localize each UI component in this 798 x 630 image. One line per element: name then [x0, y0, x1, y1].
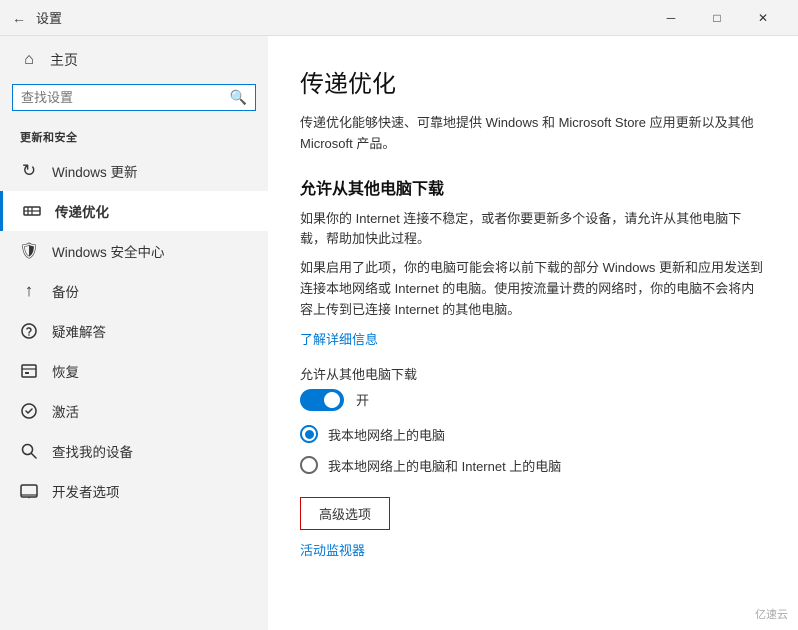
content-area: 传递优化 传递优化能够快速、可靠地提供 Windows 和 Microsoft …	[268, 36, 798, 630]
sidebar-item-label: 恢复	[52, 361, 79, 381]
sidebar-item-label: 开发者选项	[52, 481, 120, 501]
window-title: 设置	[36, 8, 62, 27]
sidebar-item-label: 传递优化	[55, 201, 109, 221]
developer-icon	[20, 482, 38, 500]
search-icon: 🔍	[230, 89, 247, 106]
find-device-icon	[20, 442, 38, 460]
troubleshoot-icon	[20, 322, 38, 340]
sidebar-item-backup[interactable]: ↑ 备份	[0, 271, 268, 311]
advanced-options-button[interactable]: 高级选项	[300, 497, 390, 530]
activation-icon	[20, 402, 38, 420]
close-button[interactable]: ✕	[740, 3, 786, 33]
backup-icon: ↑	[20, 282, 38, 300]
sidebar-item-find-device[interactable]: 查找我的设备	[0, 431, 268, 471]
radio-circle-local	[300, 425, 318, 443]
page-description: 传递优化能够快速、可靠地提供 Windows 和 Microsoft Store…	[300, 113, 766, 155]
sidebar-item-label: Windows 更新	[52, 161, 138, 181]
sidebar-item-label: Windows 安全中心	[52, 241, 165, 261]
radio-option-local[interactable]: 我本地网络上的电脑	[300, 425, 766, 444]
toggle-row: 开	[300, 389, 766, 411]
search-input[interactable]	[21, 90, 230, 105]
toggle-section-label: 允许从其他电脑下载	[300, 364, 766, 383]
page-title: 传递优化	[300, 64, 766, 99]
sidebar-item-home[interactable]: ⌂ 主页	[0, 36, 268, 84]
sidebar-item-label: 激活	[52, 401, 79, 421]
learn-more-link[interactable]: 了解详细信息	[300, 329, 378, 348]
back-button[interactable]: ←	[12, 10, 26, 26]
radio-circle-internet	[300, 456, 318, 474]
security-icon: 🛡	[20, 242, 38, 260]
recovery-icon	[20, 362, 38, 380]
allow-toggle[interactable]	[300, 389, 344, 411]
sidebar-item-label: 疑难解答	[52, 321, 106, 341]
home-icon: ⌂	[20, 51, 38, 69]
home-label: 主页	[50, 50, 78, 70]
sidebar-item-label: 备份	[52, 281, 79, 301]
radio-label-internet: 我本地网络上的电脑和 Internet 上的电脑	[328, 456, 561, 475]
sidebar-item-windows-security[interactable]: 🛡 Windows 安全中心	[0, 231, 268, 271]
window-controls: ─ □ ✕	[648, 3, 786, 33]
sidebar-item-windows-update[interactable]: ↻ Windows 更新	[0, 151, 268, 191]
minimize-button[interactable]: ─	[648, 3, 694, 33]
restore-button[interactable]: □	[694, 3, 740, 33]
sidebar-item-developer[interactable]: 开发者选项	[0, 471, 268, 511]
activity-monitor-link[interactable]: 活动监视器	[300, 540, 365, 559]
title-bar: ← 设置 ─ □ ✕	[0, 0, 798, 36]
sidebar-item-label: 查找我的设备	[52, 441, 133, 461]
sidebar-item-delivery-optimization[interactable]: 传递优化	[0, 191, 268, 231]
delivery-icon	[23, 202, 41, 220]
section-title: 更新和安全	[0, 123, 268, 151]
search-box[interactable]: 🔍	[12, 84, 256, 111]
sidebar-item-troubleshoot[interactable]: 疑难解答	[0, 311, 268, 351]
allow-text-1: 如果你的 Internet 连接不稳定，或者你要更新多个设备，请允许从其他电脑下…	[300, 209, 766, 251]
toggle-knob	[324, 392, 340, 408]
sidebar-item-activation[interactable]: 激活	[0, 391, 268, 431]
sidebar: ⌂ 主页 🔍 更新和安全 ↻ Windows 更新 传递优化	[0, 36, 268, 630]
watermark: 亿速云	[755, 606, 788, 622]
main-layout: ⌂ 主页 🔍 更新和安全 ↻ Windows 更新 传递优化	[0, 36, 798, 630]
radio-label-local: 我本地网络上的电脑	[328, 425, 445, 444]
sidebar-item-recovery[interactable]: 恢复	[0, 351, 268, 391]
allow-text-2: 如果启用了此项，你的电脑可能会将以前下载的部分 Windows 更新和应用发送到…	[300, 258, 766, 320]
toggle-state-label: 开	[356, 390, 369, 409]
allow-section-heading: 允许从其他电脑下载	[300, 175, 766, 199]
update-icon: ↻	[20, 162, 38, 180]
radio-option-internet[interactable]: 我本地网络上的电脑和 Internet 上的电脑	[300, 456, 766, 475]
